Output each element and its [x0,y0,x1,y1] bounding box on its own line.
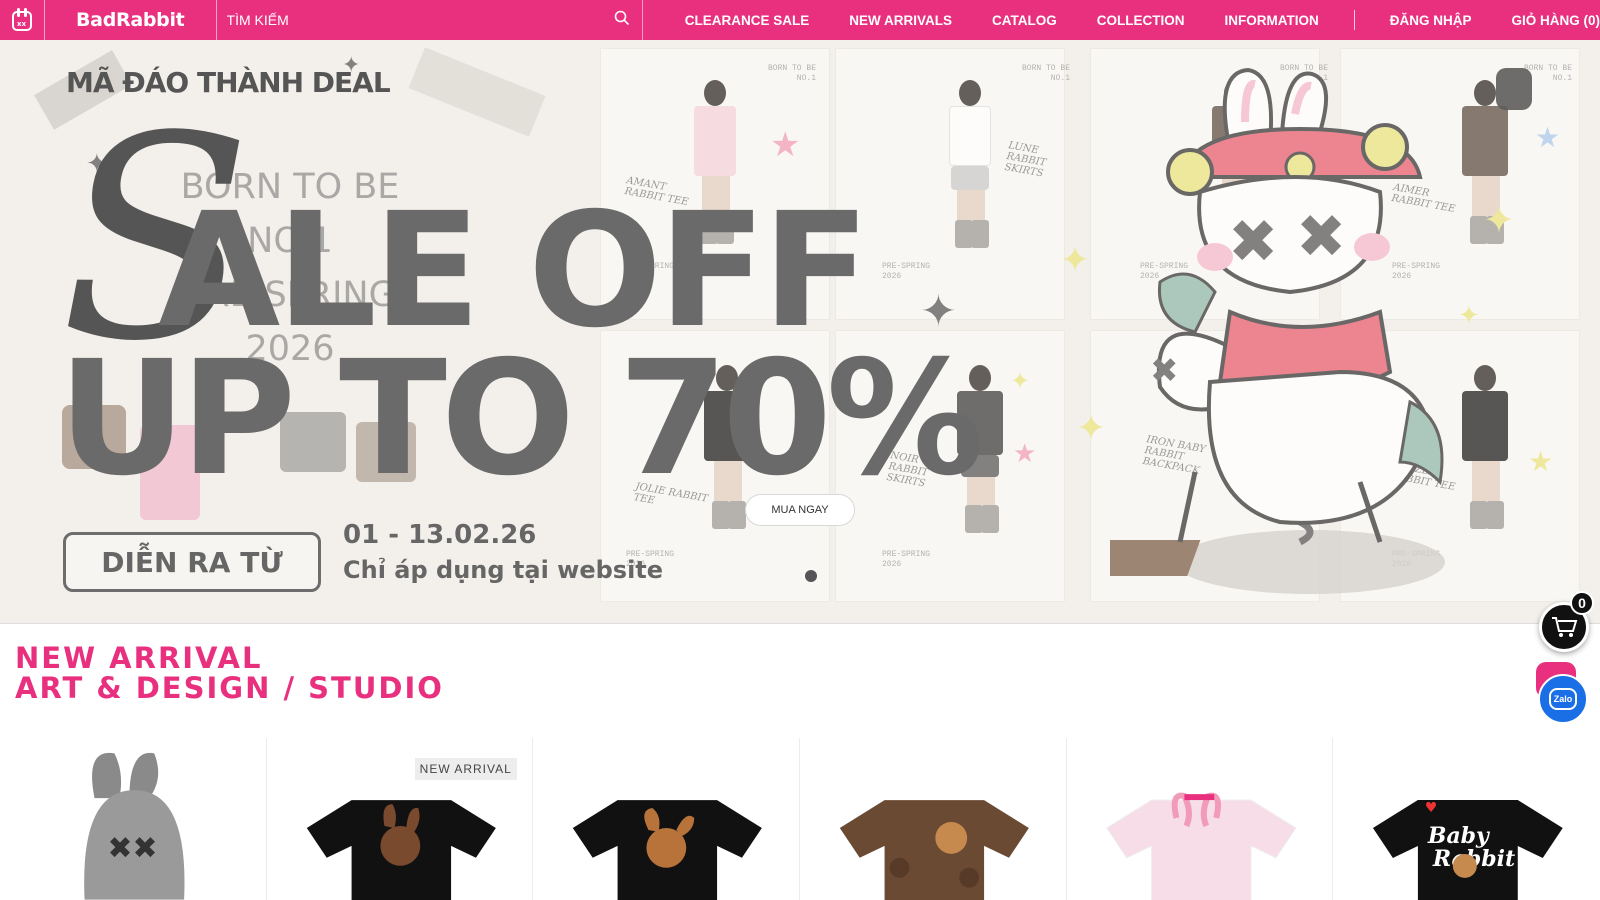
product-image [573,800,763,900]
date-range: 01 - 13.02.26 [343,520,537,550]
nav-catalog[interactable]: CATALOG [992,13,1057,28]
search-input[interactable] [226,12,614,28]
product-card[interactable]: NEW ARRIVAL [267,738,534,900]
product-image [1105,792,1297,900]
svg-text:✖✖: ✖✖ [107,831,157,866]
cart-link[interactable]: GIỎ HÀNG (0) [1511,13,1600,28]
product-card[interactable] [800,738,1067,900]
brand-logo[interactable]: BadRabbit [45,0,217,40]
section-title-line-1: NEW ARRIVAL [15,641,263,675]
cart-count-badge: 0 [1570,591,1594,615]
nav-information[interactable]: INFORMATION [1224,13,1318,28]
top-navigation-bar: xx BadRabbit CLEARANCE SALE NEW ARRIVALS… [0,0,1600,40]
svg-text:xx: xx [17,20,27,28]
product-card[interactable] [533,738,801,900]
zalo-icon: Zalo [1549,688,1577,710]
rabbit-logo-icon[interactable]: xx [0,0,45,40]
product-image: ✖✖ [84,752,185,900]
hero-banner[interactable]: AMANT RABBIT TEE LUNE RABBIT SKIRTS JOLI… [0,40,1600,624]
carousel-dot[interactable] [805,570,817,582]
nav-new-arrivals[interactable]: NEW ARRIVALS [849,13,952,28]
nav-clearance-sale[interactable]: CLEARANCE SALE [685,13,810,28]
product-card[interactable]: Baby Rabbit ♥ [1333,738,1600,900]
new-arrival-badge: NEW ARRIVAL [414,758,517,780]
date-note: Chỉ áp dụng tại website [343,556,664,584]
section-title-line-2: ART & DESIGN / STUDIO [15,671,444,705]
sale-headline-line-2: UP TO 70% [58,327,984,511]
nav-collection[interactable]: COLLECTION [1097,13,1185,28]
product-image [839,800,1029,900]
account-links: ĐĂNG NHẬP GIỎ HÀNG (0) [1390,0,1600,40]
svg-text:♥: ♥ [1425,800,1438,816]
product-card[interactable] [1067,738,1334,900]
product-grid: ✖✖ NEW ARRIVAL Baby ♥ [0,738,1600,900]
login-link[interactable]: ĐĂNG NHẬP [1390,13,1472,28]
cart-icon [1552,617,1578,637]
shop-now-button[interactable]: MUA NGAY [745,494,855,526]
zalo-chat-button[interactable]: Zalo [1538,674,1588,724]
product-card[interactable]: ✖✖ [0,738,267,900]
date-label-box: DIỄN RA TỪ [63,532,321,592]
search-icon[interactable] [614,10,630,31]
zalo-widget[interactable]: Zalo [1536,662,1590,724]
search-bar[interactable] [217,0,643,40]
section-title: NEW ARRIVAL ART & DESIGN / STUDIO [15,643,444,703]
nav-divider [1353,10,1355,30]
main-nav: CLEARANCE SALE NEW ARRIVALS CATALOG COLL… [685,0,1600,40]
product-image: Baby Rabbit ♥ [1373,800,1564,900]
